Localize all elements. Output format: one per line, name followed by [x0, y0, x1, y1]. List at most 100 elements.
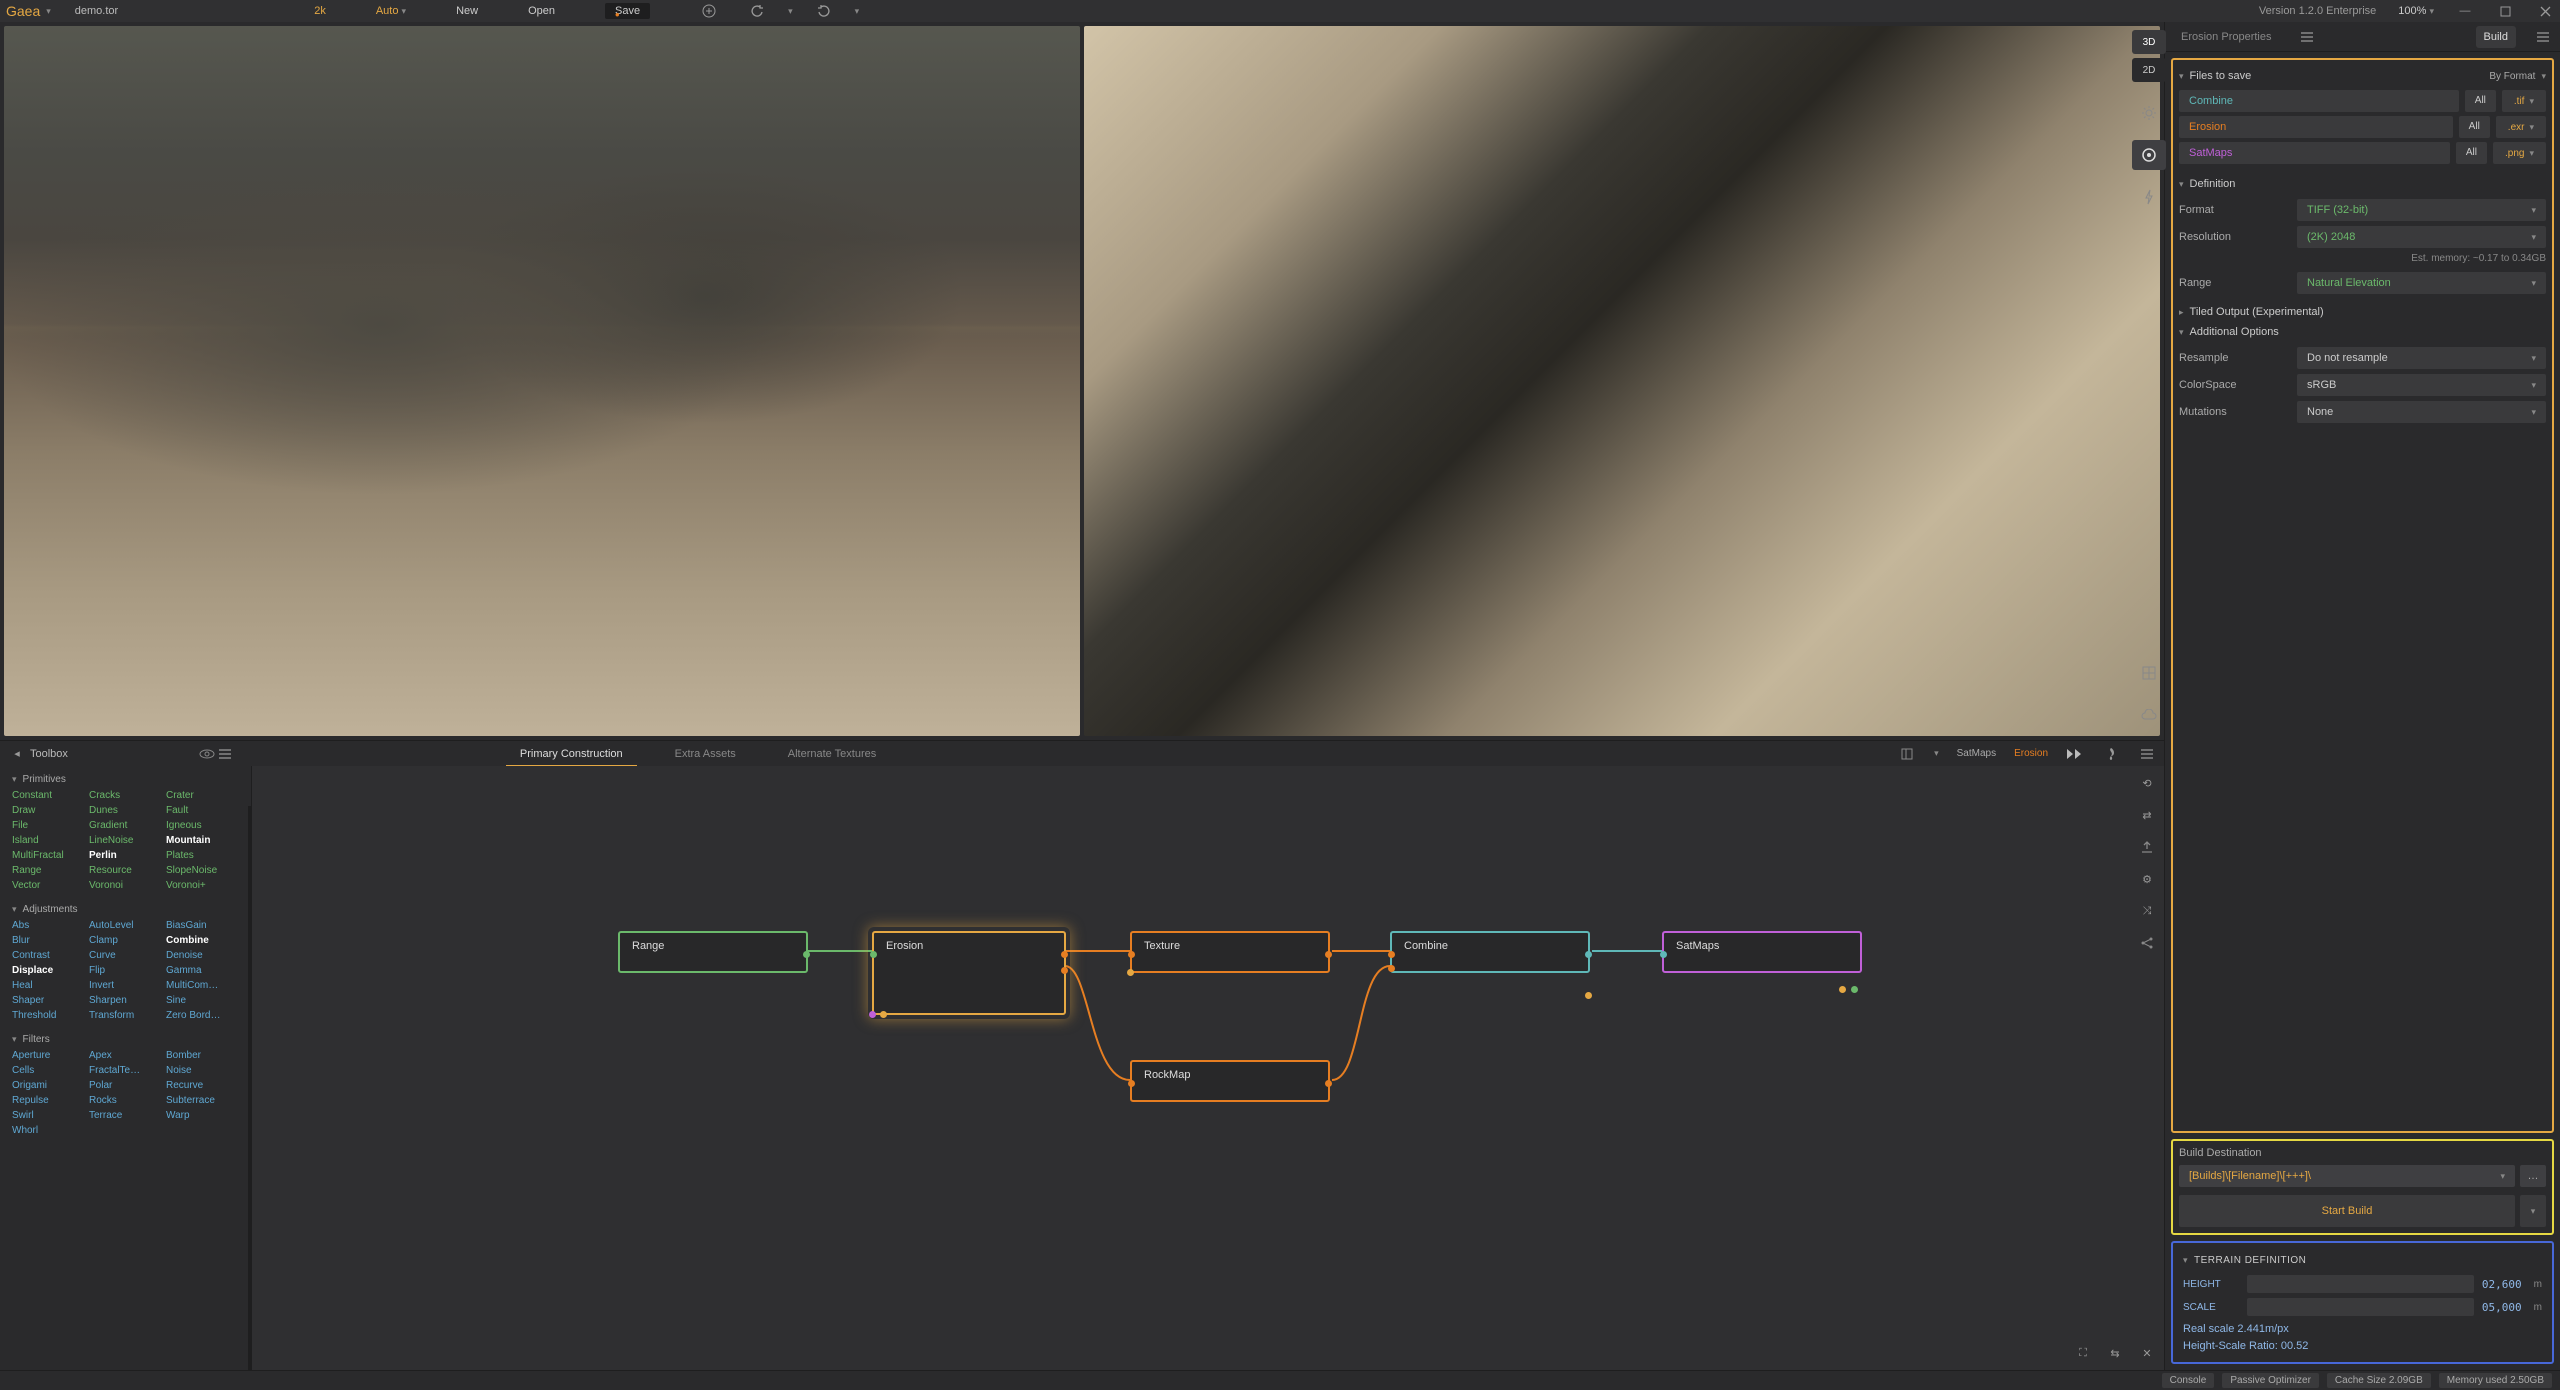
tool-file[interactable]: File — [12, 819, 85, 832]
props-menu-icon[interactable] — [2298, 28, 2316, 46]
by-format[interactable]: By Format — [2489, 71, 2535, 82]
tool-aperture[interactable]: Aperture — [12, 1049, 85, 1062]
build-menu-icon[interactable] — [2534, 28, 2552, 46]
app-name[interactable]: Gaea — [6, 3, 40, 19]
tool-noise[interactable]: Noise — [166, 1064, 239, 1077]
format-select[interactable]: TIFF (32-bit)▾ — [2297, 199, 2546, 221]
resolution-select[interactable]: (2K) 2048▾ — [2297, 226, 2546, 248]
tool-recurve[interactable]: Recurve — [166, 1079, 239, 1092]
tool-displace[interactable]: Displace — [12, 964, 85, 977]
tool-cells[interactable]: Cells — [12, 1064, 85, 1077]
graph-menu-icon[interactable] — [2138, 745, 2156, 763]
file-fmt-erosion[interactable]: .exr ▾ — [2496, 116, 2546, 138]
auto-button[interactable]: Auto — [376, 5, 399, 17]
file-all-combine[interactable]: All — [2465, 90, 2496, 112]
canvas-swap-icon[interactable]: ⇆ — [2106, 1344, 2124, 1362]
undo-icon[interactable] — [748, 2, 766, 20]
start-build-button[interactable]: Start Build — [2179, 1195, 2515, 1227]
graph-tab-1[interactable]: Extra Assets — [649, 743, 762, 765]
canvas-fit-icon[interactable]: ⛶ — [2074, 1344, 2092, 1362]
tool-draw[interactable]: Draw — [12, 804, 85, 817]
graph-layout-chevron[interactable]: ▾ — [1934, 748, 1939, 759]
light-icon[interactable] — [2132, 98, 2166, 128]
tiled-output-header[interactable]: Tiled Output (Experimental) — [2190, 306, 2324, 318]
flame-icon[interactable] — [2102, 745, 2120, 763]
canvas-refresh-icon[interactable]: ⟲ — [2138, 774, 2156, 792]
passive-optimizer[interactable]: Passive Optimizer — [2222, 1373, 2319, 1388]
tool-polar[interactable]: Polar — [89, 1079, 162, 1092]
tool-contrast[interactable]: Contrast — [12, 949, 85, 962]
file-all-satmaps[interactable]: All — [2456, 142, 2487, 164]
range-select[interactable]: Natural Elevation▾ — [2297, 272, 2546, 294]
tool-subterrace[interactable]: Subterrace — [166, 1094, 239, 1107]
node-range[interactable]: Range — [618, 931, 808, 973]
play-icon[interactable] — [2066, 748, 2084, 760]
cloud-icon[interactable] — [2132, 700, 2166, 730]
app-menu-chevron[interactable]: ▾ — [46, 6, 51, 17]
file-all-erosion[interactable]: All — [2459, 116, 2490, 138]
tool-crater[interactable]: Crater — [166, 789, 239, 802]
tool-dunes[interactable]: Dunes — [89, 804, 162, 817]
cache-size[interactable]: Cache Size 2.09GB — [2327, 1373, 2431, 1388]
tool-mountain[interactable]: Mountain — [166, 834, 239, 847]
toolbox-section-filters[interactable]: ▾Filters — [12, 1030, 239, 1049]
viewport-mode-2d[interactable]: 2D — [2132, 58, 2166, 82]
tool-multicom…[interactable]: MultiCom… — [166, 979, 239, 992]
file-fmt-satmaps[interactable]: .png ▾ — [2493, 142, 2546, 164]
tool-rocks[interactable]: Rocks — [89, 1094, 162, 1107]
tool-cracks[interactable]: Cracks — [89, 789, 162, 802]
tool-origami[interactable]: Origami — [12, 1079, 85, 1092]
tool-terrace[interactable]: Terrace — [89, 1109, 162, 1122]
tool-autolevel[interactable]: AutoLevel — [89, 919, 162, 932]
canvas-share-icon[interactable] — [2138, 934, 2156, 952]
tool-flip[interactable]: Flip — [89, 964, 162, 977]
toolbox-list-icon[interactable] — [216, 745, 234, 763]
canvas-sync-icon[interactable]: ⇄ — [2138, 806, 2156, 824]
tool-whorl[interactable]: Whorl — [12, 1124, 85, 1137]
node-erosion[interactable]: Erosion — [872, 931, 1066, 1015]
height-slider[interactable] — [2247, 1275, 2474, 1293]
new-button[interactable]: New — [456, 5, 478, 17]
tool-range[interactable]: Range — [12, 864, 85, 877]
node-rockmap[interactable]: RockMap — [1130, 1060, 1330, 1102]
mutations-select[interactable]: None▾ — [2297, 401, 2546, 423]
tab-build[interactable]: Build — [2476, 26, 2516, 48]
tool-linenoise[interactable]: LineNoise — [89, 834, 162, 847]
redo-icon[interactable] — [815, 2, 833, 20]
tool-clamp[interactable]: Clamp — [89, 934, 162, 947]
file-fmt-combine[interactable]: .tif ▾ — [2502, 90, 2546, 112]
browse-button[interactable]: … — [2520, 1165, 2546, 1187]
viewport-mode-3d[interactable]: 3D — [2132, 30, 2166, 54]
tool-island[interactable]: Island — [12, 834, 85, 847]
tool-zero bord…[interactable]: Zero Bord… — [166, 1009, 239, 1022]
tool-gamma[interactable]: Gamma — [166, 964, 239, 977]
tool-repulse[interactable]: Repulse — [12, 1094, 85, 1107]
tool-swirl[interactable]: Swirl — [12, 1109, 85, 1122]
scale-slider[interactable] — [2247, 1298, 2474, 1316]
canvas-cut-icon[interactable]: ✕ — [2138, 1344, 2156, 1362]
tool-fault[interactable]: Fault — [166, 804, 239, 817]
tool-sine[interactable]: Sine — [166, 994, 239, 1007]
bolt-icon[interactable] — [2132, 182, 2166, 212]
graph-tab-2[interactable]: Alternate Textures — [762, 743, 902, 765]
tool-curve[interactable]: Curve — [89, 949, 162, 962]
resample-select[interactable]: Do not resample▾ — [2297, 347, 2546, 369]
height-value[interactable]: 02,600 — [2482, 1278, 2522, 1291]
mini-erosion[interactable]: Erosion — [2014, 748, 2048, 759]
node-canvas[interactable]: Range Erosion Texture RockMap — [252, 766, 2164, 1370]
canvas-shuffle-icon[interactable]: ⤨ — [2138, 902, 2156, 920]
target-icon[interactable] — [2132, 140, 2166, 170]
collapse-left-icon[interactable]: ◂ — [8, 745, 26, 763]
file-chip-combine[interactable]: Combine — [2179, 90, 2459, 112]
viewport-3d[interactable] — [4, 26, 1080, 736]
toolbox-view-icon[interactable] — [198, 745, 216, 763]
memory-used[interactable]: Memory used 2.50GB — [2439, 1373, 2552, 1388]
tool-plates[interactable]: Plates — [166, 849, 239, 862]
grid-icon[interactable] — [2132, 658, 2166, 688]
node-combine[interactable]: Combine — [1390, 931, 1590, 973]
tool-perlin[interactable]: Perlin — [89, 849, 162, 862]
save-button[interactable]: Save• — [605, 3, 650, 19]
tool-transform[interactable]: Transform — [89, 1009, 162, 1022]
toolbox-section-adjustments[interactable]: ▾Adjustments — [12, 900, 239, 919]
tool-resource[interactable]: Resource — [89, 864, 162, 877]
